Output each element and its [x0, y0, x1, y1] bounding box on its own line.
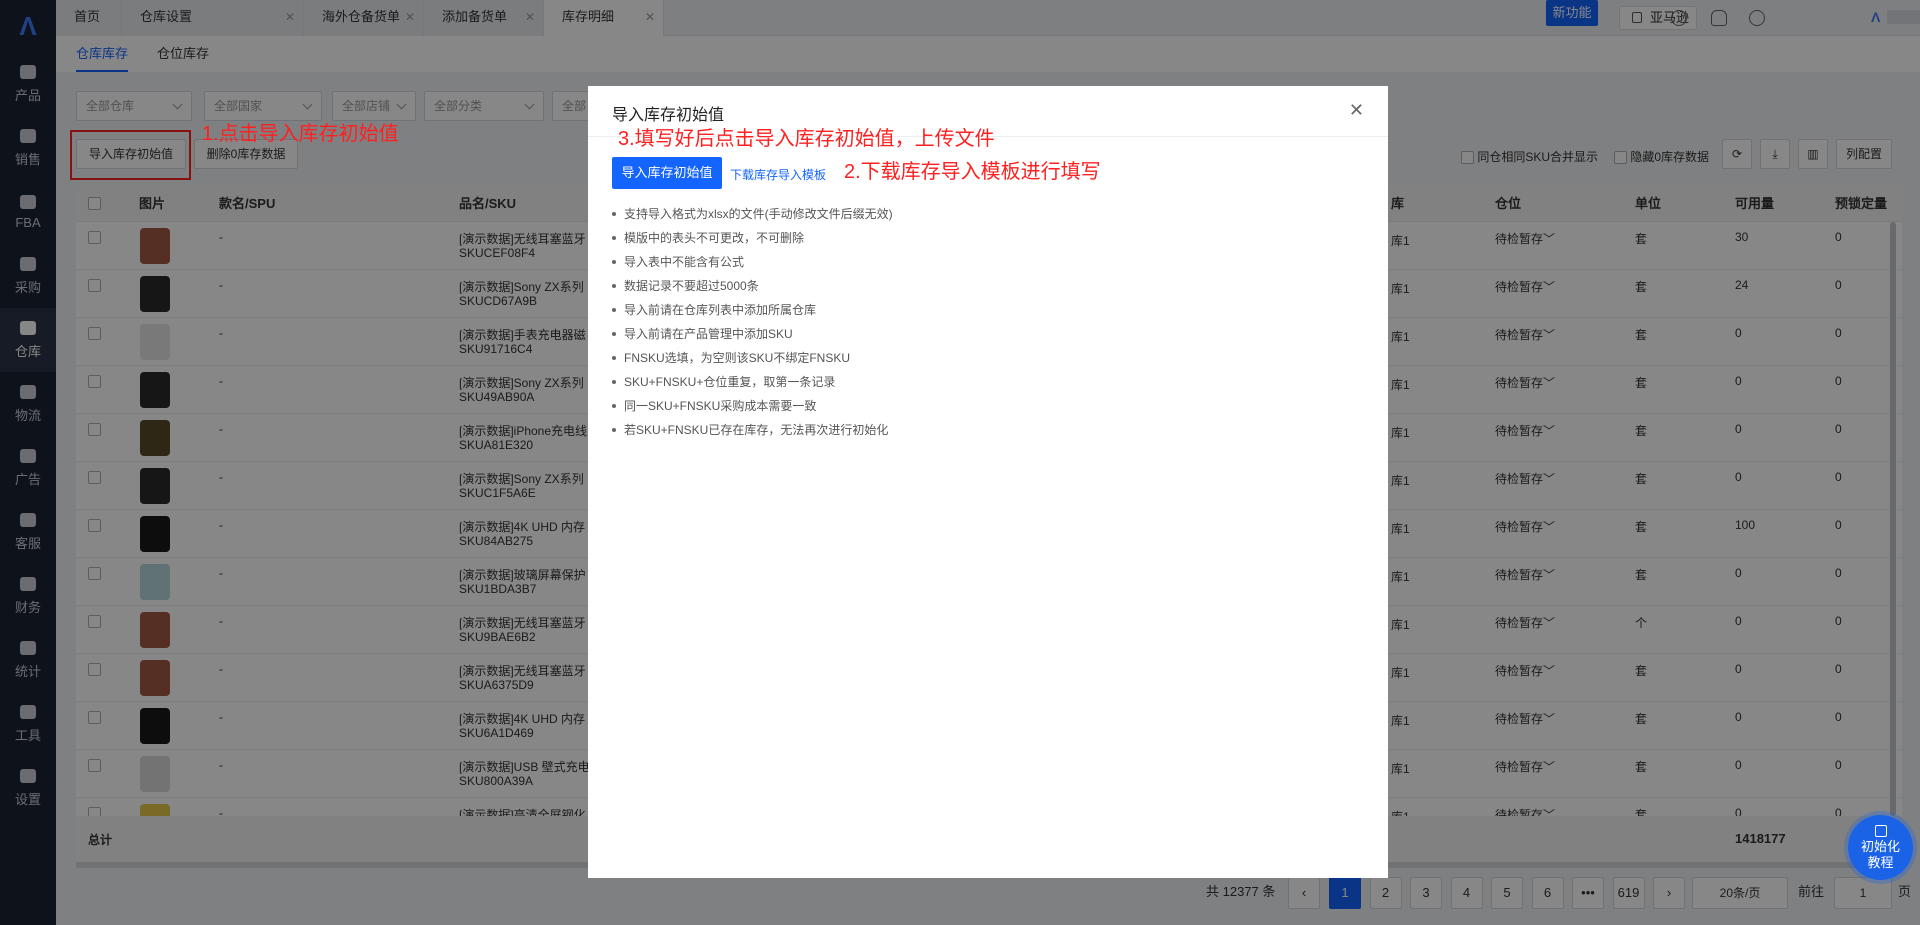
rule-item: 导入前请在产品管理中添加SKU: [612, 322, 893, 346]
import-rules-list: 支持导入格式为xlsx的文件(手动修改文件后缀无效) 模版中的表头不可更改，不可删…: [612, 202, 893, 442]
download-template-link[interactable]: 下载库存导入模板: [730, 166, 826, 183]
rule-item: 导入前请在仓库列表中添加所属仓库: [612, 298, 893, 322]
rule-item: 数据记录不要超过5000条: [612, 274, 893, 298]
annotation-step3: 3.填写好后点击导入库存初始值，上传文件: [618, 128, 995, 150]
annotation-step2: 2.下载库存导入模板进行填写: [844, 161, 1101, 183]
rule-item: 支持导入格式为xlsx的文件(手动修改文件后缀无效): [612, 202, 893, 226]
annotation-step1: 1.点击导入库存初始值: [202, 123, 399, 145]
rule-item: FNSKU选填，为空则该SKU不绑定FNSKU: [612, 346, 893, 370]
rule-item: 导入表中不能含有公式: [612, 250, 893, 274]
rule-item: 同一SKU+FNSKU采购成本需要一致: [612, 394, 893, 418]
tutorial-button[interactable]: 初始化教程: [1848, 815, 1913, 880]
rule-item: 模版中的表头不可更改，不可删除: [612, 226, 893, 250]
close-icon[interactable]: ✕: [1349, 100, 1364, 121]
book-icon: [1874, 825, 1887, 837]
import-init-upload-button[interactable]: 导入库存初始值: [612, 157, 722, 189]
rule-item: SKU+FNSKU+仓位重复，取第一条记录: [612, 370, 893, 394]
rule-item: 若SKU+FNSKU已存在库存，无法再次进行初始化: [612, 418, 893, 442]
import-modal: 导入库存初始值 ✕ 导入库存初始值 下载库存导入模板 支持导入格式为xlsx的文…: [588, 86, 1388, 878]
